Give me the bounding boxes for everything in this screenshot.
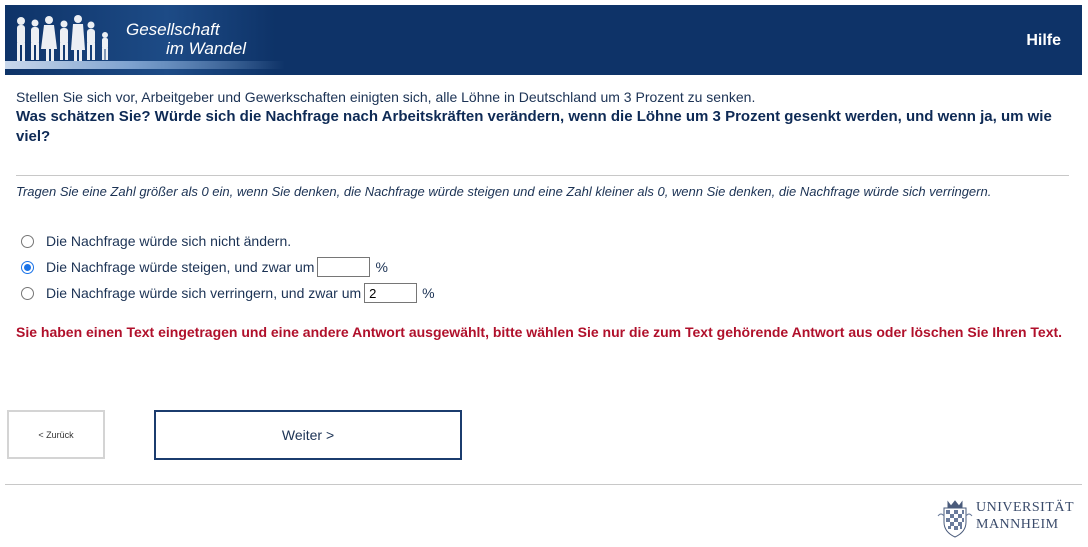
help-link[interactable]: Hilfe xyxy=(1026,32,1061,50)
radio-decrease[interactable] xyxy=(21,286,34,300)
decrease-amount-input[interactable] xyxy=(364,283,418,303)
divider xyxy=(16,175,1069,176)
logo-title: Gesellschaft im Wandel xyxy=(126,20,246,58)
option-decrease[interactable]: Die Nachfrage würde sich verringern, und… xyxy=(21,282,435,304)
radio-increase[interactable] xyxy=(21,260,34,274)
question-hint: Tragen Sie eine Zahl größer als 0 ein, w… xyxy=(16,184,992,199)
option-no-change[interactable]: Die Nachfrage würde sich nicht ändern. xyxy=(21,230,291,252)
people-silhouette-logo-icon xyxy=(17,15,108,61)
option-no-change-label: Die Nachfrage würde sich nicht ändern. xyxy=(46,233,292,249)
increase-unit: % xyxy=(375,259,388,275)
header-bar: Gesellschaft im Wandel Hilfe xyxy=(5,5,1082,75)
decrease-unit: % xyxy=(422,285,435,301)
option-decrease-label: Die Nachfrage würde sich verringern, und… xyxy=(46,285,362,301)
error-message: Sie haben einen Text eingetragen und ein… xyxy=(16,324,1063,340)
university-logo: UNIVERSITÄT MANNHEIM xyxy=(936,498,1086,540)
university-seal-icon xyxy=(937,500,973,538)
radio-no-change[interactable] xyxy=(21,234,34,248)
back-button[interactable]: < Zurück xyxy=(7,410,105,459)
next-button[interactable]: Weiter > xyxy=(154,410,462,460)
increase-amount-input[interactable] xyxy=(317,257,371,277)
logo-line-2: im Wandel xyxy=(166,39,246,58)
logo-line-1: Gesellschaft xyxy=(126,20,220,39)
question-text: Was schätzen Sie? Würde sich die Nachfra… xyxy=(16,108,1052,145)
question-intro: Stellen Sie sich vor, Arbeitgeber und Ge… xyxy=(16,89,756,105)
option-increase-label: Die Nachfrage würde steigen, und zwar um xyxy=(46,259,315,275)
university-name-line2: MANNHEIM xyxy=(976,517,1059,532)
university-name-line1: UNIVERSITÄT xyxy=(976,500,1075,515)
footer-divider xyxy=(5,484,1082,485)
option-increase[interactable]: Die Nachfrage würde steigen, und zwar um… xyxy=(21,256,388,278)
